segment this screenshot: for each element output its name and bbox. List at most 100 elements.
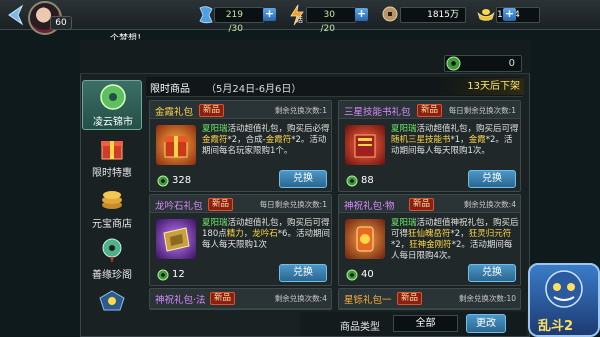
description-segment: 金霞	[468, 135, 486, 145]
gold-plus-button[interactable]: +	[503, 8, 516, 21]
new-badge: 新品	[417, 104, 443, 117]
new-badge: 新品	[199, 104, 225, 117]
jade-icon	[346, 269, 358, 281]
new-badge: 新品	[409, 198, 435, 211]
change-button[interactable]: 更改	[466, 314, 506, 333]
gold-ingot-icon	[476, 6, 496, 22]
jade-icon	[157, 175, 169, 187]
energy-value: 30 /20	[306, 7, 356, 34]
product-card: 龙吟石礼包 新品 每日剩余兑换次数:1 夏阳瑞活动超值礼包，购买后可得180点精…	[149, 194, 332, 286]
silver-coin-icon	[382, 6, 398, 22]
product-card: 神祝礼包·物 新品 剩余兑换次数:4 夏阳瑞活动超值神祝礼包，购买后可得狂仙魄岳…	[338, 194, 521, 286]
card-description: 夏阳瑞活动超值礼包，购买后可得180点精力，龙吟石*6。活动期间每人每天限购1次	[202, 218, 330, 251]
energy-tag-label: 活	[296, 16, 303, 24]
category-select[interactable]: 全部	[393, 315, 458, 332]
remaining-count: 每日剩余兑换次数:1	[259, 200, 327, 209]
jade-icon	[346, 175, 358, 187]
description-segment: 狂灵归元符	[468, 229, 512, 239]
energy-icon: 活	[288, 4, 306, 26]
jade-ornament-icon	[98, 236, 126, 264]
time-left-label: 13天后下架	[438, 78, 524, 95]
exchange-button[interactable]: 兑换	[279, 170, 327, 188]
exchange-button[interactable]: 兑换	[468, 264, 516, 282]
card-title: 金霞礼包	[155, 107, 194, 118]
exchange-button[interactable]: 兑换	[468, 170, 516, 188]
skill-book-icon	[345, 125, 385, 165]
card-price: 12	[157, 269, 185, 281]
silver-value: 1815万	[400, 7, 466, 23]
jade-icon	[157, 269, 169, 281]
remaining-count: 剩余兑换次数:4	[274, 294, 327, 303]
description-segment: 夏阳瑞	[202, 124, 228, 134]
price-value: 88	[361, 175, 374, 186]
card-title: 龙吟石礼包	[155, 201, 203, 212]
description-segment: 狂神金刚符	[409, 240, 452, 250]
sidebar-item-ingot-shop[interactable]: 元宝商店	[82, 183, 142, 233]
price-value: 328	[172, 175, 192, 186]
sidebar-item-label: 凌云锦市	[93, 117, 133, 128]
jade-disc-icon	[99, 83, 127, 111]
card-price: 40	[346, 269, 374, 281]
card-description: 夏阳瑞活动超值礼包，购买后可得随机三星技能书*1，金霞*2。活动期间每人每天限购…	[391, 124, 519, 157]
description-segment: 夏阳瑞	[391, 124, 417, 134]
remaining-count: 每日剩余兑换次数:1	[448, 106, 516, 115]
remaining-count: 剩余兑换次数:4	[463, 200, 516, 209]
gift-box-icon	[98, 134, 126, 162]
new-badge: 新品	[210, 292, 236, 305]
dragon-stone-icon	[156, 219, 196, 259]
description-segment: 活动超值礼包，购买后必得	[227, 124, 330, 134]
product-card-partial: 星铄礼包一 新品 剩余兑换次数:10	[338, 288, 521, 310]
card-title: 神祝礼包·物	[344, 201, 395, 212]
product-card-partial: 神祝礼包·法 新品 剩余兑换次数:4	[149, 288, 332, 310]
description-segment: 夏阳瑞	[391, 218, 417, 228]
description-segment: 夏阳瑞	[202, 218, 228, 228]
card-description: 夏阳瑞活动超值神祝礼包，购买后可得狂仙魄岳符*2，狂灵归元符*2，狂神金刚符*2…	[391, 218, 519, 262]
stamina-plus-button[interactable]: +	[263, 8, 276, 21]
new-badge: 新品	[208, 198, 234, 211]
description-segment: 金霞符	[265, 135, 292, 145]
description-segment: 随机三星技能书	[391, 135, 451, 145]
stamina-icon	[197, 5, 215, 25]
description-segment: 狂仙魄岳符	[408, 229, 451, 239]
card-title: 星铄礼包一	[344, 295, 392, 306]
exchange-button[interactable]: 兑换	[279, 264, 327, 282]
product-card: 三星技能书礼包 新品 每日剩余兑换次数:1 夏阳瑞活动超值礼包，购买后可得随机三…	[338, 100, 521, 192]
card-price: 328	[157, 175, 192, 187]
description-segment: *2，	[450, 229, 469, 239]
energy-plus-button[interactable]: +	[355, 8, 368, 21]
coin-stack-icon	[98, 185, 126, 213]
description-segment: *1，	[450, 135, 469, 145]
game-logo[interactable]: 乱斗2	[528, 263, 600, 337]
description-segment: 活动超值礼包，购买后可得	[416, 124, 519, 134]
remaining-count: 剩余兑换次数:10	[458, 294, 516, 303]
description-segment: *2，合成-	[227, 135, 266, 145]
sidebar-item-lingyun-market[interactable]: 凌云锦市	[82, 80, 142, 130]
sidebar-item-label: 善缘珍阁	[92, 270, 132, 281]
card-title: 神祝礼包·法	[155, 295, 206, 306]
blessing-charm-icon	[345, 219, 385, 259]
card-title: 三星技能书礼包	[344, 107, 411, 118]
section-dates: （5月24日-6月6日）	[206, 84, 302, 95]
player-level-badge: 60	[50, 16, 72, 30]
description-segment: ，	[243, 229, 253, 239]
description-segment: 龙吟石	[252, 229, 278, 239]
description-segment: 金霞符	[202, 135, 228, 145]
description-segment: *2，	[391, 240, 410, 250]
remaining-count: 剩余兑换次数:1	[274, 106, 327, 115]
filter-label: 商品类型	[340, 322, 380, 333]
price-value: 12	[172, 269, 185, 280]
product-card: 金霞礼包 新品 剩余兑换次数:1 夏阳瑞活动超值礼包，购买后必得金霞符*2，合成…	[149, 100, 332, 192]
back-arrow-icon[interactable]	[4, 3, 26, 27]
sidebar-item-label: 元宝商店	[92, 219, 132, 230]
card-description: 夏阳瑞活动超值礼包，购买后必得金霞符*2，合成-金霞符*2。活动期间每名玩家限购…	[202, 124, 330, 157]
game-logo-text: 乱斗2	[538, 319, 574, 334]
stamina-value: 219 /30	[214, 7, 264, 34]
price-value: 40	[361, 269, 374, 280]
sidebar-item-shanyuan-pavilion[interactable]: 善缘珍阁	[82, 234, 142, 284]
description-segment: 精力	[226, 229, 244, 239]
sidebar-item-limited-offer[interactable]: 限时特惠	[82, 132, 142, 182]
gift-pack-icon	[156, 125, 196, 165]
sidebar-item-label: 限时特惠	[92, 168, 132, 179]
section-title: 限时商品	[150, 84, 190, 95]
sidebar-extra-icon[interactable]	[98, 290, 126, 312]
